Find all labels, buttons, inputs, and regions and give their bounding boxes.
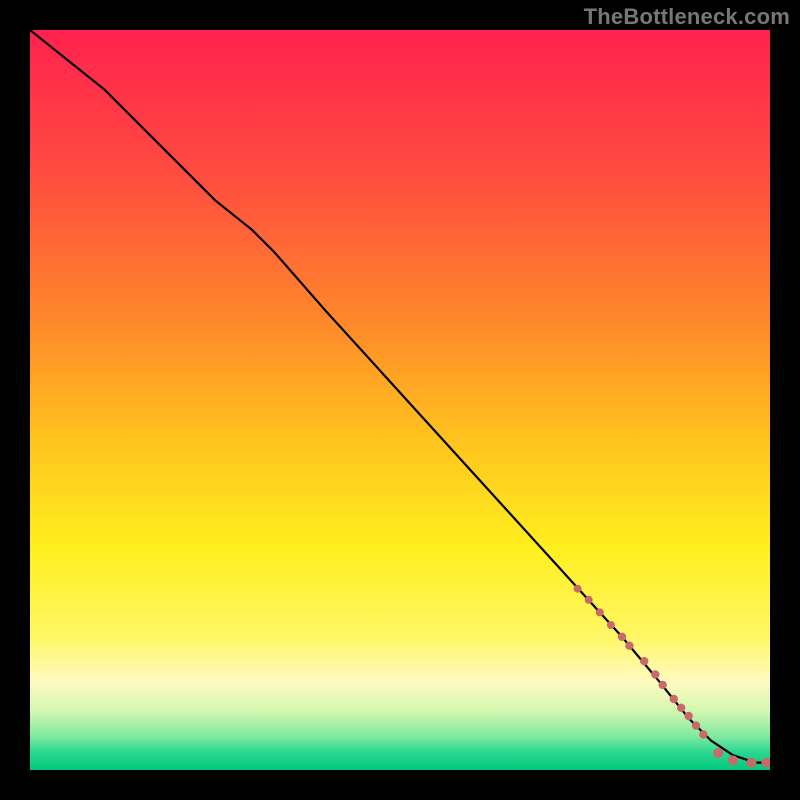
bottleneck-chart xyxy=(30,30,770,770)
marker-dot xyxy=(607,621,615,629)
marker-dot xyxy=(585,596,593,604)
chart-background xyxy=(30,30,770,770)
chart-frame: TheBottleneck.com xyxy=(0,0,800,800)
marker-dot xyxy=(596,608,604,616)
marker-dot xyxy=(684,712,692,720)
marker-dot xyxy=(728,755,738,765)
marker-dot xyxy=(651,670,659,678)
marker-dot xyxy=(640,657,648,665)
marker-dot xyxy=(713,748,723,758)
marker-dot xyxy=(677,704,685,712)
marker-dot xyxy=(625,642,633,650)
marker-dot xyxy=(699,730,707,738)
watermark-text: TheBottleneck.com xyxy=(584,4,790,30)
marker-dot xyxy=(747,758,757,768)
marker-dot xyxy=(659,681,667,689)
marker-dot xyxy=(692,721,700,729)
marker-dot xyxy=(574,585,582,593)
marker-dot xyxy=(618,633,626,641)
marker-dot xyxy=(670,695,678,703)
